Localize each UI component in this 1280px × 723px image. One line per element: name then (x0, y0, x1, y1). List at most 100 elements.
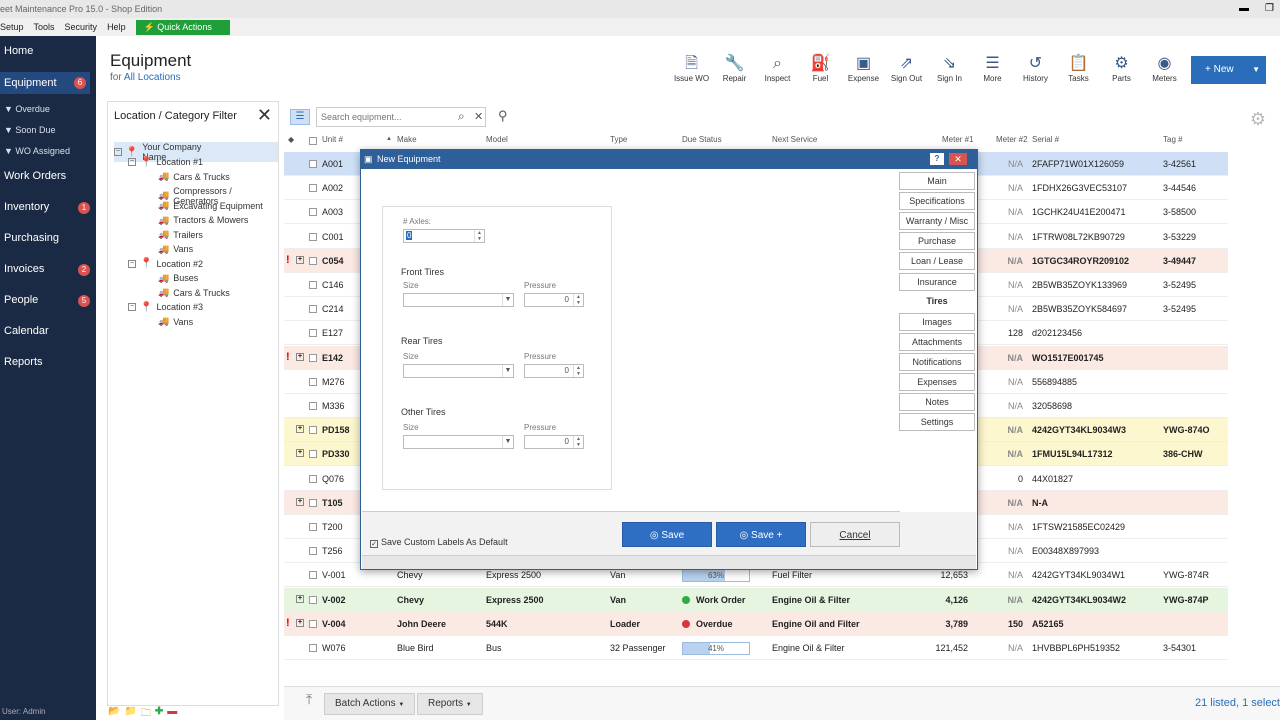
row-checkbox[interactable] (309, 547, 317, 556)
row-checkbox[interactable] (309, 281, 317, 289)
row-checkbox[interactable] (309, 377, 317, 386)
menu-security[interactable]: Security (65, 22, 98, 32)
menu-help[interactable]: Help (107, 22, 126, 32)
table-row[interactable]: ! + V-004 John Deere 544K Loader Overdue Engine… (284, 611, 1228, 636)
quick-actions-button[interactable]: ⚡ Quick Actions (135, 19, 230, 35)
row-checkbox[interactable] (309, 232, 317, 241)
repair-button[interactable]: 🔧 Repair (713, 54, 756, 83)
sidebar-item-invoices[interactable]: Invoices 2 (4, 263, 94, 276)
tree-item[interactable]: 🚚 Buses (142, 273, 198, 284)
expand-row-icon[interactable]: + (296, 497, 304, 506)
col-unit[interactable]: Unit # (322, 135, 343, 144)
tab-notes[interactable]: Notes (899, 393, 975, 412)
remove-icon[interactable]: ▬ (167, 706, 177, 723)
axles-input[interactable]: 0 ▲ ▼ (403, 229, 485, 243)
checkbox-checked-icon[interactable]: ✓ (370, 540, 378, 548)
collapse-toggle-icon[interactable]: − (114, 148, 122, 156)
tree-item[interactable]: − 📍 Location #3 (128, 302, 203, 313)
chevron-down-icon[interactable]: ▼ (1252, 56, 1260, 84)
parts-button[interactable]: ⚙ Parts (1100, 54, 1143, 83)
folder-open-icon[interactable]: 📂 (108, 706, 120, 723)
row-checkbox[interactable] (309, 184, 317, 193)
sidebar-sub-wo-assigned[interactable]: ▼ WO Assigned (4, 146, 70, 156)
sidebar-sub-overdue[interactable]: ▼ Overdue (4, 104, 50, 114)
row-checkbox[interactable] (309, 426, 317, 435)
expand-row-icon[interactable]: + (296, 594, 304, 603)
col-serial[interactable]: Serial # (1032, 135, 1059, 144)
sidebar-item-home[interactable]: Home (4, 45, 94, 57)
restore-button[interactable]: ❐ (1265, 0, 1274, 18)
row-checkbox[interactable] (309, 498, 317, 507)
history-button[interactable]: ↺ History (1014, 54, 1057, 83)
clear-search-icon[interactable]: ✕ (474, 110, 483, 123)
up-arrow-icon[interactable]: ⤒ (306, 691, 312, 708)
menu-setup[interactable]: Setup (0, 22, 24, 32)
spin-arrows-icon[interactable]: ▲ ▼ (573, 294, 583, 306)
row-checkbox[interactable] (309, 305, 317, 314)
expand-row-icon[interactable]: + (296, 449, 304, 458)
tree-item[interactable]: − 📍 Location #1 (128, 157, 203, 168)
sidebar-item-people[interactable]: People 5 (4, 294, 94, 307)
col-make[interactable]: Make (397, 135, 417, 144)
fuel-button[interactable]: ⛽ Fuel (799, 54, 842, 83)
row-checkbox[interactable] (309, 595, 317, 604)
spin-arrows-icon[interactable]: ▲ ▼ (573, 436, 583, 448)
row-checkbox[interactable] (309, 353, 317, 362)
sign-in-button[interactable]: ⇘ Sign In (928, 54, 971, 83)
tab-notifications[interactable]: Notifications (899, 352, 975, 371)
spin-arrows-icon[interactable]: ▲ ▼ (474, 230, 484, 242)
spin-arrows-icon[interactable]: ▲ ▼ (573, 365, 583, 377)
collapse-toggle-icon[interactable]: − (128, 303, 136, 311)
col-meter1[interactable]: Meter #1 (942, 135, 974, 144)
front-pressure-input[interactable]: 0 ▲ ▼ (524, 293, 584, 307)
chevron-down-icon[interactable]: ▼ (502, 436, 513, 448)
row-checkbox[interactable] (309, 329, 317, 338)
meters-button[interactable]: ◉ Meters (1143, 54, 1186, 83)
rear-pressure-input[interactable]: 0 ▲ ▼ (524, 364, 584, 378)
save-defaults-checkbox[interactable]: ✓ Save Custom Labels As Default (370, 537, 508, 548)
more-button[interactable]: ☰ More (971, 54, 1014, 83)
row-checkbox[interactable] (309, 402, 317, 410)
menu-tools[interactable]: Tools (34, 22, 55, 32)
tasks-button[interactable]: 📋 Tasks (1057, 54, 1100, 83)
tab-warranty-misc[interactable]: Warranty / Misc (899, 212, 975, 231)
sidebar-item-purchasing[interactable]: Purchasing (4, 232, 94, 244)
row-checkbox[interactable] (309, 523, 317, 531)
search-icon[interactable]: ⌕ (458, 109, 465, 124)
other-size-select[interactable]: ▼ (403, 435, 514, 449)
chevron-down-icon[interactable]: ▼ (502, 294, 513, 306)
gear-icon[interactable]: ⚙ (1250, 109, 1266, 130)
row-checkbox[interactable] (309, 256, 317, 265)
tab-loan-lease[interactable]: Loan / Lease (899, 252, 975, 271)
tab-settings[interactable]: Settings (899, 413, 975, 432)
tab-main[interactable]: Main (899, 172, 975, 190)
sidebar-item-inventory[interactable]: Inventory 1 (4, 201, 94, 214)
expense-button[interactable]: ▣ Expense (842, 54, 885, 83)
close-icon[interactable]: ✕ (257, 105, 272, 126)
tab-attachments[interactable]: Attachments (899, 332, 975, 351)
sidebar-item-equipment[interactable]: Equipment 6 (0, 72, 90, 94)
tree-item[interactable]: 🚚 Vans (142, 316, 193, 327)
rear-size-select[interactable]: ▼ (403, 364, 514, 378)
collapse-toggle-icon[interactable]: − (128, 259, 136, 268)
row-checkbox[interactable] (309, 160, 317, 168)
tab-expenses[interactable]: Expenses (899, 373, 975, 391)
tab-tires[interactable]: Tires (899, 292, 975, 311)
other-pressure-input[interactable]: 0 ▲ ▼ (524, 435, 584, 449)
expand-row-icon[interactable]: + (296, 618, 304, 627)
issue-wo-button[interactable]: 🗎 Issue WO (670, 54, 713, 83)
header-checkbox[interactable] (309, 137, 317, 145)
table-row[interactable]: + V-002 Chevy Express 2500 Van Work Order Engi… (284, 587, 1228, 612)
add-icon[interactable]: ✚ (155, 706, 163, 723)
save-plus-button[interactable]: ◎ Save + (716, 522, 806, 547)
row-checkbox[interactable] (309, 619, 317, 628)
col-next-service[interactable]: Next Service (772, 135, 817, 144)
col-meter2[interactable]: Meter #2 (996, 135, 1028, 144)
tree-item[interactable]: 🚚 Cars & Trucks (142, 171, 230, 182)
sidebar-item-work-orders[interactable]: Work Orders (4, 170, 94, 182)
close-button[interactable]: ✕ (949, 153, 967, 165)
folder-edit-icon[interactable]: 📁 (124, 706, 136, 723)
location-link[interactable]: All Locations (124, 72, 181, 83)
inspect-button[interactable]: ⌕ Inspect (756, 54, 799, 83)
tab-insurance[interactable]: Insurance (899, 272, 975, 291)
